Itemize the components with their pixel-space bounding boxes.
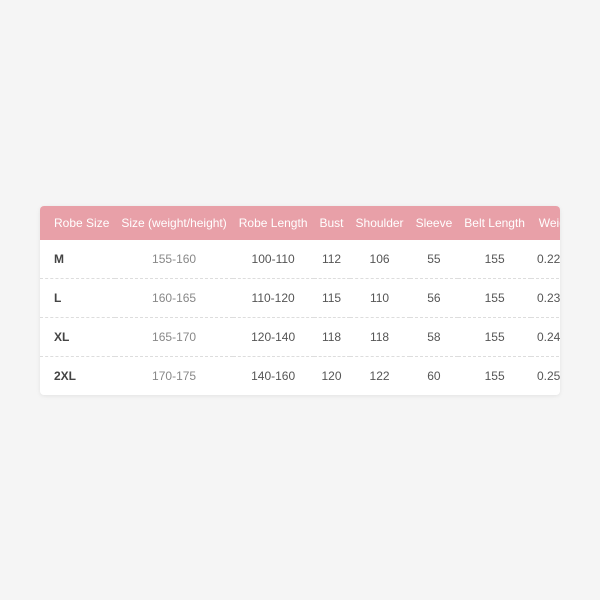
- cell-row1-col7: 0.23KG: [531, 278, 560, 317]
- cell-row1-col4: 110: [350, 278, 410, 317]
- col-header-robe-length: Robe Length: [233, 206, 314, 240]
- cell-row2-col3: 118: [314, 317, 350, 356]
- col-header-shoulder: Shoulder: [350, 206, 410, 240]
- cell-row0-col3: 112: [314, 240, 350, 279]
- cell-row0-col0: M: [40, 240, 115, 279]
- table-header-row: Robe Size Size (weight/height) Robe Leng…: [40, 206, 560, 240]
- cell-row3-col7: 0.25KG: [531, 356, 560, 395]
- col-header-size-wh: Size (weight/height): [115, 206, 232, 240]
- table-row: XL165-170120-140118118581550.24KG: [40, 317, 560, 356]
- cell-row0-col5: 55: [410, 240, 459, 279]
- col-header-bust: Bust: [314, 206, 350, 240]
- cell-row3-col4: 122: [350, 356, 410, 395]
- cell-row2-col1: 165-170: [115, 317, 232, 356]
- cell-row1-col0: L: [40, 278, 115, 317]
- cell-row2-col0: XL: [40, 317, 115, 356]
- cell-row3-col5: 60: [410, 356, 459, 395]
- col-header-robe-size: Robe Size: [40, 206, 115, 240]
- col-header-weight: Weight: [531, 206, 560, 240]
- cell-row0-col6: 155: [458, 240, 531, 279]
- cell-row1-col1: 160-165: [115, 278, 232, 317]
- col-header-belt-length: Belt Length: [458, 206, 531, 240]
- table-row: L160-165110-120115110561550.23KG: [40, 278, 560, 317]
- table-row: 2XL170-175140-160120122601550.25KG: [40, 356, 560, 395]
- size-chart-table: Robe Size Size (weight/height) Robe Leng…: [40, 206, 560, 395]
- cell-row1-col5: 56: [410, 278, 459, 317]
- cell-row2-col2: 120-140: [233, 317, 314, 356]
- col-header-sleeve: Sleeve: [410, 206, 459, 240]
- cell-row1-col2: 110-120: [233, 278, 314, 317]
- cell-row1-col3: 115: [314, 278, 350, 317]
- cell-row2-col6: 155: [458, 317, 531, 356]
- cell-row0-col2: 100-110: [233, 240, 314, 279]
- cell-row0-col4: 106: [350, 240, 410, 279]
- cell-row0-col1: 155-160: [115, 240, 232, 279]
- cell-row1-col6: 155: [458, 278, 531, 317]
- cell-row2-col5: 58: [410, 317, 459, 356]
- cell-row3-col6: 155: [458, 356, 531, 395]
- cell-row3-col2: 140-160: [233, 356, 314, 395]
- cell-row2-col7: 0.24KG: [531, 317, 560, 356]
- cell-row0-col7: 0.22KG: [531, 240, 560, 279]
- cell-row2-col4: 118: [350, 317, 410, 356]
- cell-row3-col3: 120: [314, 356, 350, 395]
- table-row: M155-160100-110112106551550.22KG: [40, 240, 560, 279]
- cell-row3-col0: 2XL: [40, 356, 115, 395]
- cell-row3-col1: 170-175: [115, 356, 232, 395]
- size-chart-container: Robe Size Size (weight/height) Robe Leng…: [40, 206, 560, 395]
